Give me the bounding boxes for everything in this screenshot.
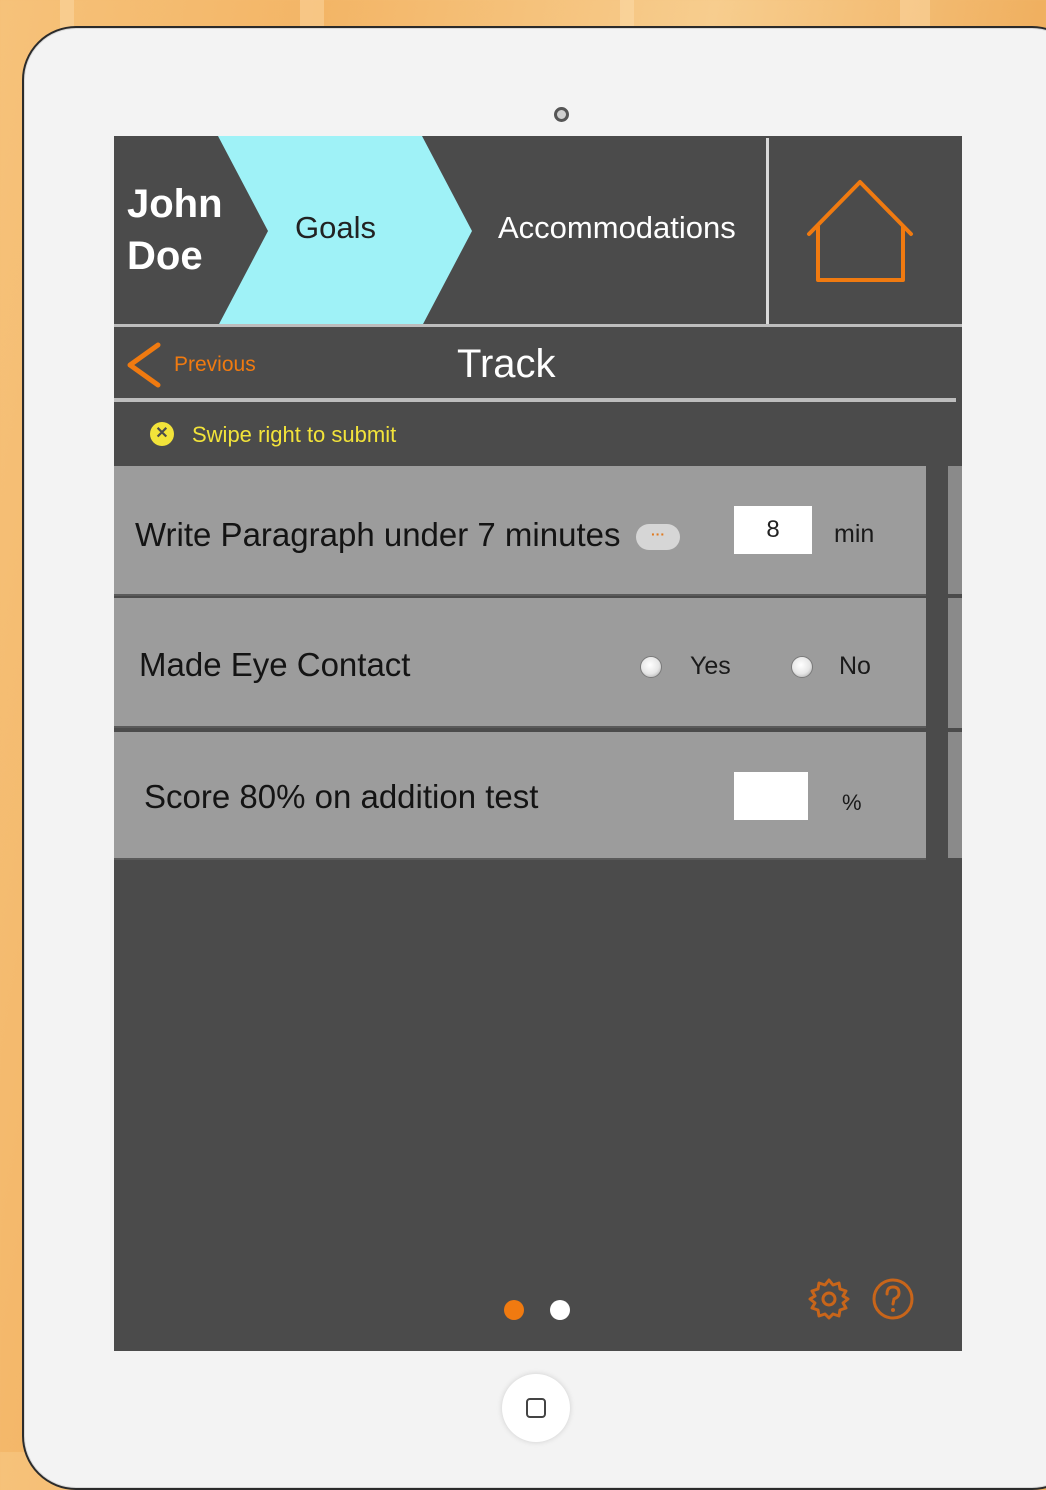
tab-accommodations[interactable]: Accommodations: [498, 210, 736, 246]
radio-no[interactable]: [791, 656, 813, 678]
goal-label: Made Eye Contact: [139, 646, 411, 683]
page-title: Track: [457, 342, 556, 386]
home-square-icon: [526, 1398, 546, 1418]
chevron-left-icon: [127, 342, 161, 388]
page-dot[interactable]: [550, 1300, 570, 1320]
previous-button[interactable]: Previous: [122, 341, 272, 391]
help-icon[interactable]: [870, 1276, 916, 1322]
home-icon: [807, 180, 913, 282]
unit-label: %: [842, 790, 862, 815]
home-button[interactable]: [766, 138, 962, 326]
previous-label: Previous: [174, 353, 256, 376]
next-page-preview: [948, 466, 962, 858]
hardware-home-button[interactable]: [502, 1374, 570, 1442]
goal-label: Score 80% on addition test: [144, 778, 539, 815]
camera-icon: [554, 107, 569, 122]
radio-yes-label: Yes: [690, 652, 731, 680]
app-screen: John Doe Goals Accommodations Previous T…: [114, 136, 962, 1351]
student-name: John Doe: [127, 178, 223, 282]
student-first-name: John: [127, 182, 223, 226]
goal-row-eye-contact[interactable]: Made Eye Contact Yes No: [114, 598, 926, 726]
goal-row-addition-test[interactable]: Score 80% on addition test %: [114, 732, 926, 858]
header-divider: [114, 324, 962, 327]
unit-label: min: [834, 520, 875, 548]
close-circle-icon[interactable]: ✕: [150, 422, 174, 446]
page-dot-active[interactable]: [504, 1300, 524, 1320]
goal-label: Write Paragraph under 7 minutes: [135, 516, 621, 553]
notice-text: Swipe right to submit: [192, 422, 397, 447]
tab-goals-label[interactable]: Goals: [295, 210, 376, 246]
radio-no-label: No: [839, 652, 871, 680]
more-options-icon[interactable]: ···: [636, 524, 680, 550]
app-header: John Doe Goals Accommodations: [114, 136, 962, 327]
minutes-input[interactable]: [734, 506, 812, 554]
goal-row-write-paragraph[interactable]: Write Paragraph under 7 minutes ··· min: [114, 466, 926, 594]
student-last-name: Doe: [127, 234, 203, 278]
title-divider: [114, 398, 956, 402]
radio-yes[interactable]: [640, 656, 662, 678]
percent-input[interactable]: [734, 772, 808, 820]
gear-icon[interactable]: [806, 1276, 852, 1322]
